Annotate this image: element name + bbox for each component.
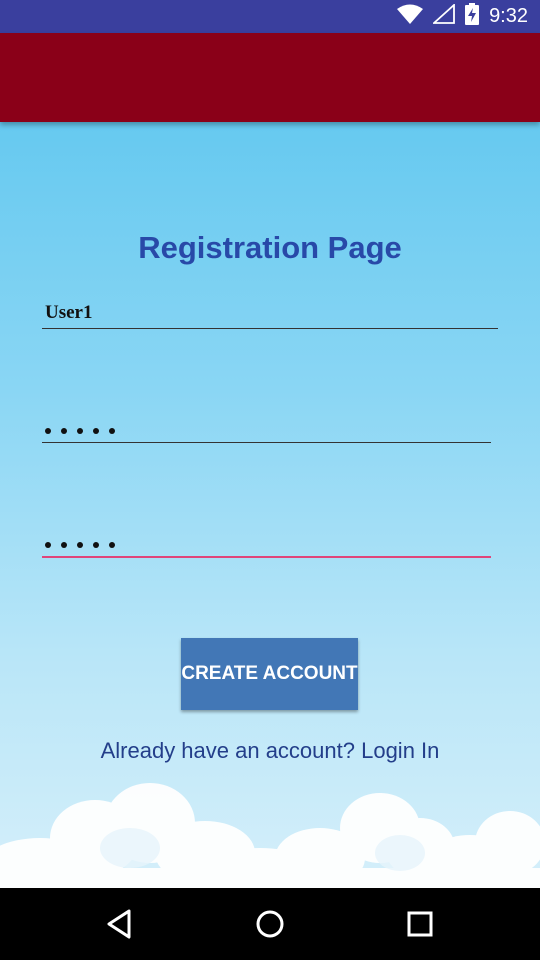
confirm-password-field[interactable] — [42, 519, 491, 558]
back-icon[interactable] — [102, 906, 138, 942]
password-dots — [45, 428, 115, 434]
recents-icon[interactable] — [402, 906, 438, 942]
app-bar — [0, 33, 540, 122]
status-icons: 9:32 — [397, 0, 528, 33]
battery-charging-icon — [465, 3, 480, 30]
page-title: Registration Page — [138, 230, 402, 265]
create-account-button[interactable]: CREATE ACCOUNT — [181, 638, 358, 710]
navigation-bar — [0, 888, 540, 960]
wifi-icon — [397, 4, 424, 29]
status-time: 9:32 — [489, 5, 528, 27]
confirm-password-dots — [45, 542, 115, 548]
username-value: User1 — [45, 302, 93, 323]
login-link[interactable]: Already have an account? Login In — [0, 738, 540, 764]
registration-screen: Registration Page User1 CREATE ACCOUNT A… — [0, 122, 540, 888]
username-field[interactable]: User1 — [42, 294, 498, 329]
password-field[interactable] — [42, 404, 491, 443]
home-icon[interactable] — [252, 906, 288, 942]
status-bar: 9:32 — [0, 0, 540, 33]
cell-signal-icon — [431, 2, 455, 29]
